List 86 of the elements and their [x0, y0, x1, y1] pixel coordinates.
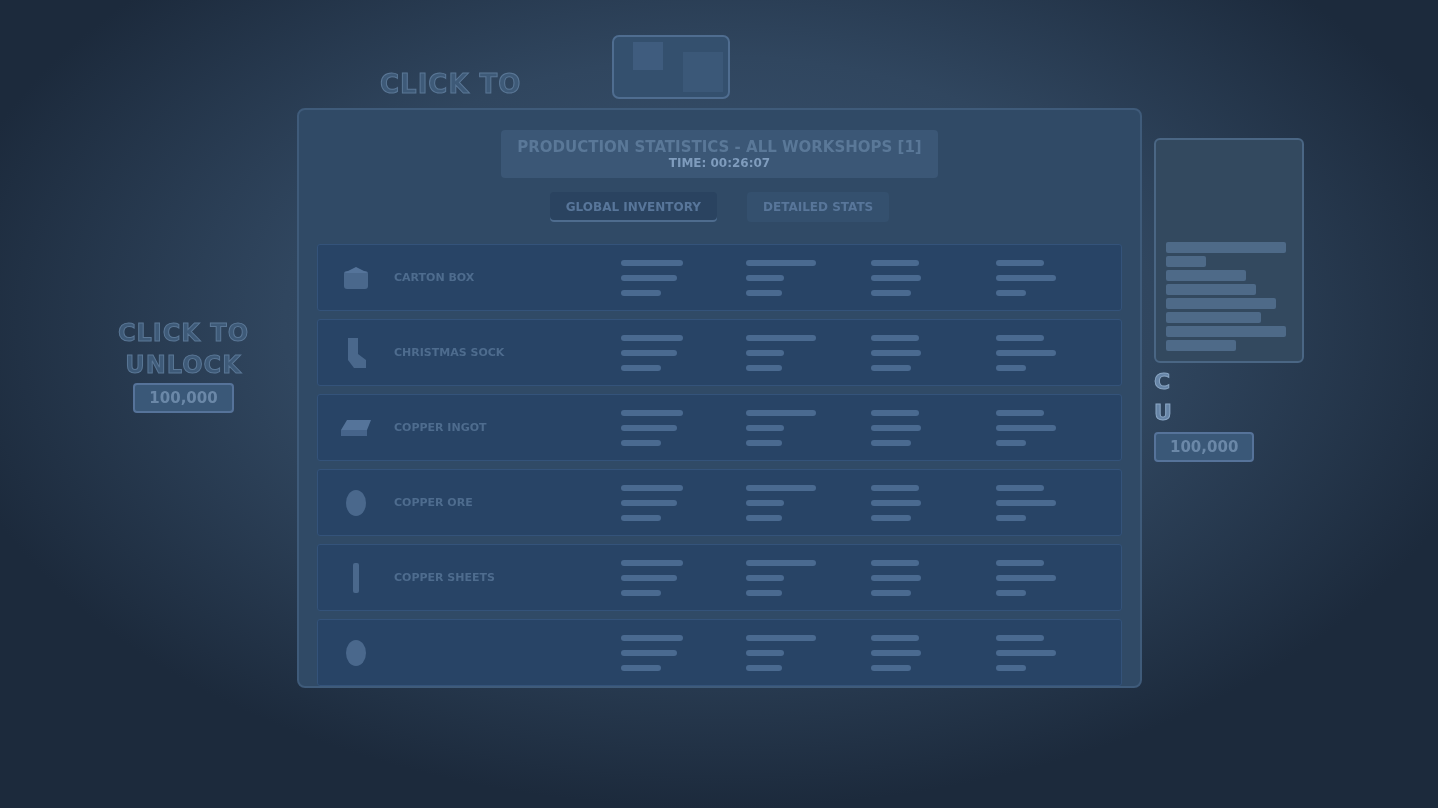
- blurred-text-line: [871, 589, 911, 596]
- elapsed-time: TIME: 00:26:07: [668, 156, 771, 170]
- blurred-text-line: [996, 649, 1056, 656]
- blurred-text-line: [746, 499, 784, 506]
- blurred-text-line: [996, 259, 1044, 266]
- blurred-text-line: [621, 649, 677, 656]
- blurred-text-line: [746, 634, 816, 641]
- blurred-text-line: [621, 439, 661, 446]
- blurred-text-line: [746, 574, 784, 581]
- blurred-text-line: [996, 289, 1026, 296]
- blurred-text-line: [871, 664, 911, 671]
- blurred-text-line: [996, 409, 1044, 416]
- blurred-text-line: [746, 664, 782, 671]
- blurred-text-line: [871, 439, 911, 446]
- blurred-text-line: [746, 439, 782, 446]
- blurred-text-line: [996, 634, 1044, 641]
- blurred-text-line: [621, 634, 683, 641]
- blurred-text-line: [621, 289, 661, 296]
- blurred-text-line: [871, 289, 911, 296]
- blurred-text-line: [746, 649, 784, 656]
- sock-icon: [346, 337, 366, 368]
- blurred-text-line: [871, 574, 921, 581]
- blurred-text-line: [996, 559, 1044, 566]
- ingot-icon: [341, 419, 371, 436]
- blurred-text-line: [621, 514, 661, 521]
- blurred-text-line: [871, 634, 919, 641]
- blurred-text-line: [746, 259, 816, 266]
- ore-icon: [346, 639, 366, 666]
- blurred-text-line: [621, 349, 677, 356]
- blurred-text-line: [871, 499, 921, 506]
- unlock-label: CLICK TO: [117, 320, 250, 348]
- blurred-text-line: [996, 484, 1044, 491]
- blurred-text-line: [621, 274, 677, 281]
- blurred-text-line: [996, 589, 1026, 596]
- blurred-text-line: [996, 514, 1026, 521]
- blurred-text-line: [996, 274, 1056, 281]
- unlock-label: U: [1154, 400, 1173, 426]
- tab[interactable]: GLOBAL INVENTORY: [549, 192, 717, 222]
- blurred-text-line: [746, 409, 816, 416]
- blurred-text-line: [871, 259, 919, 266]
- blurred-text-line: [746, 424, 784, 431]
- blurred-text-line: [621, 484, 683, 491]
- blurred-text-line: [996, 334, 1044, 341]
- box-icon: [344, 266, 368, 289]
- blurred-text-line: [996, 349, 1056, 356]
- blurred-text-line: [996, 424, 1056, 431]
- blurred-text-line: [621, 499, 677, 506]
- blurred-text-line: [746, 559, 816, 566]
- blurred-text-line: [746, 484, 816, 491]
- blurred-text-line: [996, 439, 1026, 446]
- blurred-text-line: [871, 514, 911, 521]
- banner-label: CLICK TO: [380, 70, 522, 100]
- blurred-text-line: [621, 334, 683, 341]
- blurred-text-line: [996, 574, 1056, 581]
- blurred-text-line: [871, 484, 919, 491]
- blurred-text-line: [621, 664, 661, 671]
- blurred-text-line: [871, 349, 921, 356]
- blurred-text-line: [996, 664, 1026, 671]
- sheet-icon: [353, 562, 359, 593]
- blurred-text-line: [746, 349, 784, 356]
- ore-icon: [346, 489, 366, 516]
- blurred-text-line: [746, 364, 782, 371]
- blurred-text-line: [871, 274, 921, 281]
- blurred-text-line: [871, 334, 919, 341]
- blurred-text-line: [746, 514, 782, 521]
- blurred-text-line: [621, 259, 683, 266]
- blurred-text-line: [621, 559, 683, 566]
- blurred-text-line: [621, 409, 683, 416]
- blurred-text-line: [621, 364, 661, 371]
- blurred-text-line: [996, 499, 1056, 506]
- blurred-text-line: [996, 364, 1026, 371]
- blurred-text-line: [746, 589, 782, 596]
- blurred-text-line: [871, 364, 911, 371]
- blurred-text-line: [746, 289, 782, 296]
- blurred-text-line: [746, 274, 784, 281]
- machine-icon: [611, 34, 732, 100]
- blurred-text-line: [871, 559, 919, 566]
- blurred-text-line: [621, 424, 677, 431]
- blurred-text-line: [621, 574, 677, 581]
- unlock-label: UNLOCK: [125, 351, 242, 380]
- blurred-text-line: [621, 589, 661, 596]
- unlock-label: C: [1154, 369, 1172, 395]
- blurred-text-line: [871, 409, 919, 416]
- blurred-text-line: [871, 649, 921, 656]
- blurred-text-line: [871, 424, 921, 431]
- blurred-text-line: [746, 334, 816, 341]
